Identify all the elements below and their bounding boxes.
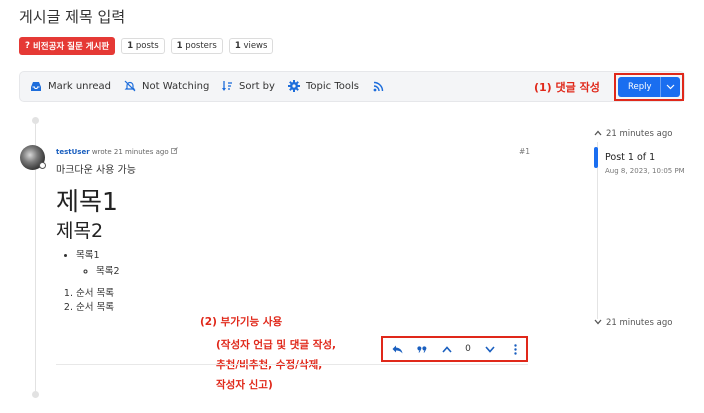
- features-annotation-title: (2) 부가기능 사용: [200, 316, 283, 328]
- watching-label: Not Watching: [142, 80, 210, 92]
- reply-arrow-icon[interactable]: [390, 342, 404, 356]
- edit-icon: [170, 147, 178, 156]
- status-indicator: [39, 162, 46, 169]
- scroller-handle[interactable]: [594, 147, 598, 168]
- views-count: 1: [234, 41, 241, 51]
- scroller-bottom-link[interactable]: 21 minutes ago: [594, 318, 672, 328]
- content-heading-1: 제목1: [56, 187, 118, 216]
- chevron-up-icon: [594, 129, 602, 139]
- quote-icon[interactable]: [415, 342, 429, 356]
- posters-label: posters: [185, 41, 217, 51]
- post-time[interactable]: wrote 21 minutes ago: [92, 148, 169, 156]
- topic-title: 게시글 제목 입력: [19, 8, 126, 26]
- rss-icon: [372, 80, 384, 92]
- category-badge[interactable]: ? 비전공자 질문 게시판: [19, 37, 116, 55]
- post-content: 마크다운 사용 가능 제목1 제목2 목록1 목록2 순서 목록 순서 목록: [56, 161, 526, 315]
- more-options-icon[interactable]: [510, 342, 520, 356]
- scroller-track[interactable]: [597, 142, 598, 319]
- watching-button[interactable]: Not Watching: [124, 80, 209, 92]
- sort-icon: [221, 80, 233, 92]
- list-item: 목록1 목록2: [76, 249, 526, 279]
- post-username[interactable]: testUser: [56, 148, 90, 156]
- features-annotation-body: (작성자 언급 및 댓글 작성, 추천/비추천, 수정/삭제, 작성자 신고): [216, 335, 336, 395]
- ordered-item: 순서 목록: [76, 301, 526, 315]
- timeline-start-dot: [32, 117, 39, 124]
- reply-annotation: (1) 댓글 작성: [534, 81, 600, 94]
- features-annotation-line: 추천/비추천, 수정/삭제,: [216, 359, 323, 371]
- post-separator: [56, 364, 528, 365]
- posts-label: posts: [135, 41, 159, 51]
- post-header: testUser wrote 21 minutes ago: [56, 147, 178, 156]
- question-icon: ?: [25, 41, 30, 51]
- sort-button[interactable]: Sort by: [221, 80, 275, 92]
- topic-tools-button[interactable]: Topic Tools: [288, 80, 359, 92]
- upvote-icon[interactable]: [440, 342, 454, 356]
- scroller-date: Aug 8, 2023, 10:05 PM: [605, 167, 685, 175]
- topic-badges: ? 비전공자 질문 게시판 1 posts 1 posters 1 views: [19, 37, 274, 55]
- mark-unread-label: Mark unread: [48, 80, 112, 92]
- posters-stat: 1 posters: [170, 38, 223, 54]
- vote-count[interactable]: 0: [462, 342, 474, 356]
- rss-button[interactable]: [372, 80, 384, 92]
- category-label: 비전공자 질문 게시판: [32, 42, 110, 52]
- features-annotation-line: 작성자 신고): [216, 379, 273, 391]
- content-paragraph: 마크다운 사용 가능: [56, 165, 136, 176]
- content-heading-2: 제목2: [56, 220, 104, 242]
- post-number[interactable]: #1: [519, 147, 530, 156]
- posts-stat: 1 posts: [121, 38, 165, 54]
- inbox-icon: [30, 80, 42, 92]
- ordered-item: 순서 목록: [76, 287, 526, 301]
- posters-count: 1: [176, 41, 183, 51]
- scroller-bottom-time: 21 minutes ago: [606, 318, 673, 328]
- chevron-down-icon[interactable]: [660, 77, 675, 97]
- bell-slash-icon: [124, 80, 136, 92]
- content-bullet-list: 목록1 목록2: [76, 249, 526, 279]
- sub-list-item: 목록2: [96, 265, 526, 279]
- gear-icon: [288, 80, 300, 92]
- features-annotation-line: (작성자 언급 및 댓글 작성,: [216, 339, 337, 351]
- mark-unread-button[interactable]: Mark unread: [30, 80, 111, 92]
- sort-label: Sort by: [239, 80, 275, 92]
- scroller-top-time: 21 minutes ago: [606, 129, 673, 139]
- content-sub-list: 목록2: [96, 265, 526, 279]
- topic-tools-label: Topic Tools: [306, 80, 359, 92]
- downvote-icon[interactable]: [483, 342, 497, 356]
- chevron-down-icon: [594, 318, 602, 328]
- reply-button[interactable]: Reply: [618, 77, 680, 97]
- list-item-label: 목록1: [76, 250, 100, 261]
- views-stat: 1 views: [228, 38, 274, 54]
- views-label: views: [243, 41, 268, 51]
- reply-label: Reply: [628, 82, 652, 92]
- scroller-position: Post 1 of 1: [605, 152, 656, 163]
- content-ordered-list: 순서 목록 순서 목록: [76, 287, 526, 315]
- scroller-top-link[interactable]: 21 minutes ago: [594, 129, 672, 139]
- posts-count: 1: [127, 41, 134, 51]
- timeline-end-dot: [32, 391, 39, 398]
